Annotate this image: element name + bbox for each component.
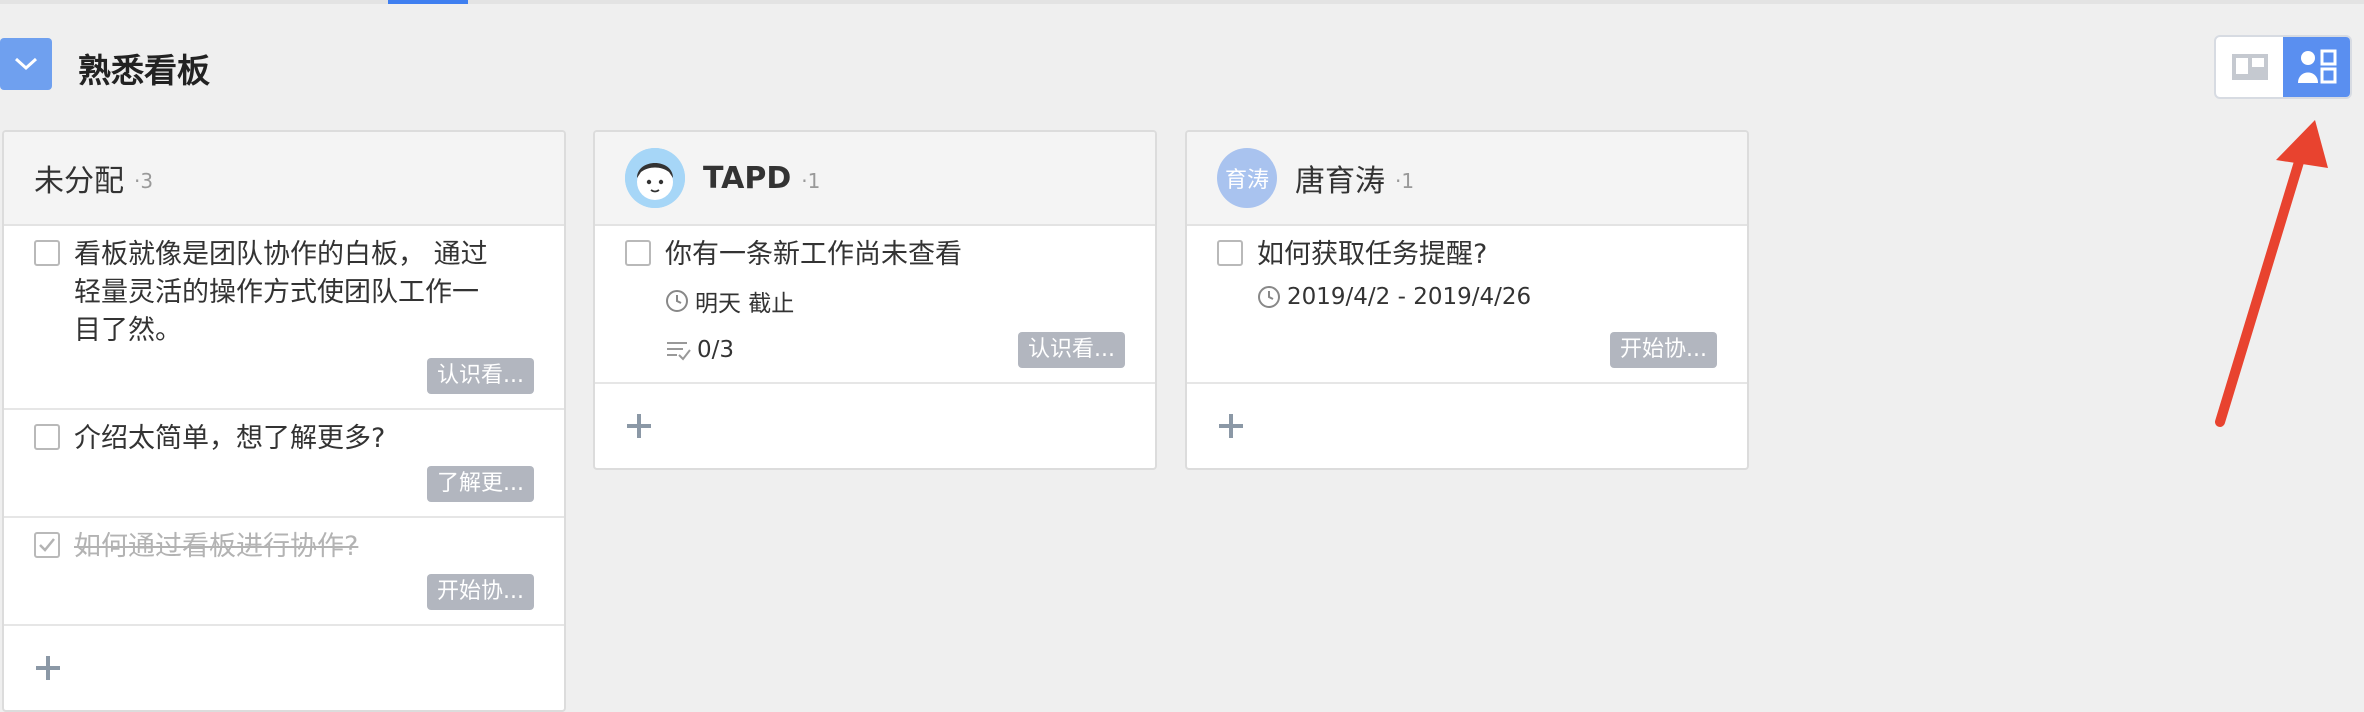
avatar: 育涛	[1217, 148, 1277, 208]
column-unassigned: 未分配 ·3 看板就像是团队协作的白板， 通过轻量灵活的操作方式使团队工作一目了…	[2, 130, 566, 712]
task-tag[interactable]: 了解更...	[427, 466, 534, 502]
card-view-button[interactable]	[2216, 37, 2283, 97]
chevron-down-icon	[14, 57, 38, 71]
task-title: 你有一条新工作尚未查看	[665, 239, 962, 270]
clock-icon	[666, 290, 688, 312]
add-task-button[interactable]	[4, 626, 564, 710]
task-card[interactable]: 看板就像是团队协作的白板， 通过轻量灵活的操作方式使团队工作一目了然。 认识看.…	[4, 226, 564, 410]
subtask-count: 0/3	[697, 337, 735, 363]
date-range: 2019/4/2 - 2019/4/26	[1257, 284, 1717, 310]
add-task-button[interactable]	[1187, 384, 1747, 468]
column-name: TAPD	[703, 160, 792, 196]
plus-icon	[1219, 414, 1243, 438]
column-count: ·1	[801, 169, 821, 193]
task-title: 如何通过看板进行协作?	[74, 531, 359, 562]
add-task-button[interactable]	[595, 384, 1155, 468]
checkmark-icon	[39, 538, 55, 552]
task-card[interactable]: 如何获取任务提醒? 2019/4/2 - 2019/4/26 开始协...	[1187, 226, 1747, 384]
task-title: 介绍太简单，想了解更多?	[74, 423, 386, 454]
column-count: ·1	[1395, 169, 1415, 193]
active-tab-indicator	[388, 0, 468, 4]
due-text: 明天 截止	[695, 291, 795, 317]
column-member: 育涛 唐育涛 ·1 如何获取任务提醒? 2019/4/2 - 2019/4/26…	[1185, 130, 1749, 470]
avatar-face-icon	[625, 148, 685, 208]
task-checkbox-checked[interactable]	[34, 532, 60, 558]
avatar	[625, 148, 685, 208]
column-name: 未分配	[34, 164, 124, 199]
view-switch	[2214, 35, 2352, 99]
task-tag[interactable]: 认识看...	[427, 358, 534, 394]
task-tag[interactable]: 开始协...	[1610, 332, 1717, 368]
task-card[interactable]: 介绍太简单，想了解更多? 了解更...	[4, 410, 564, 518]
board-view-icon	[2231, 54, 2268, 80]
clock-icon	[1258, 286, 1280, 308]
plus-icon	[627, 414, 651, 438]
column-header: 未分配 ·3	[4, 132, 564, 226]
board-title: 熟悉看板	[78, 51, 210, 90]
column-header: 育涛 唐育涛 ·1	[1187, 132, 1747, 226]
task-tag[interactable]: 认识看...	[1018, 332, 1125, 368]
checklist-icon	[667, 342, 691, 361]
column-tapd: TAPD ·1 你有一条新工作尚未查看 明天 截止 0/3 认识看...	[593, 130, 1157, 470]
column-name: 唐育涛	[1295, 164, 1385, 199]
task-card[interactable]: 你有一条新工作尚未查看 明天 截止 0/3 认识看...	[595, 226, 1155, 384]
member-view-icon	[2297, 49, 2336, 84]
column-header: TAPD ·1	[595, 132, 1155, 226]
task-title: 如何获取任务提醒?	[1257, 239, 1488, 270]
task-checkbox[interactable]	[625, 240, 651, 266]
task-checkbox[interactable]	[34, 424, 60, 450]
date-range-text: 2019/4/2 - 2019/4/26	[1287, 284, 1532, 310]
task-tag[interactable]: 开始协...	[427, 574, 534, 610]
member-view-button[interactable]	[2283, 37, 2350, 97]
task-checkbox[interactable]	[34, 240, 60, 266]
task-card[interactable]: 如何通过看板进行协作? 开始协...	[4, 518, 564, 626]
subtask-progress: 0/3	[665, 337, 734, 363]
collapse-button[interactable]	[0, 38, 52, 90]
column-count: ·3	[134, 169, 154, 193]
red-arrow-annotation	[2215, 120, 2328, 427]
plus-icon	[36, 656, 60, 680]
task-title: 看板就像是团队协作的白板， 通过轻量灵活的操作方式使团队工作一目了然。	[74, 239, 488, 346]
board-header: 熟悉看板	[0, 36, 2364, 90]
due-date: 明天 截止	[665, 284, 1125, 318]
task-checkbox[interactable]	[1217, 240, 1243, 266]
top-tab-bar	[0, 0, 2364, 4]
